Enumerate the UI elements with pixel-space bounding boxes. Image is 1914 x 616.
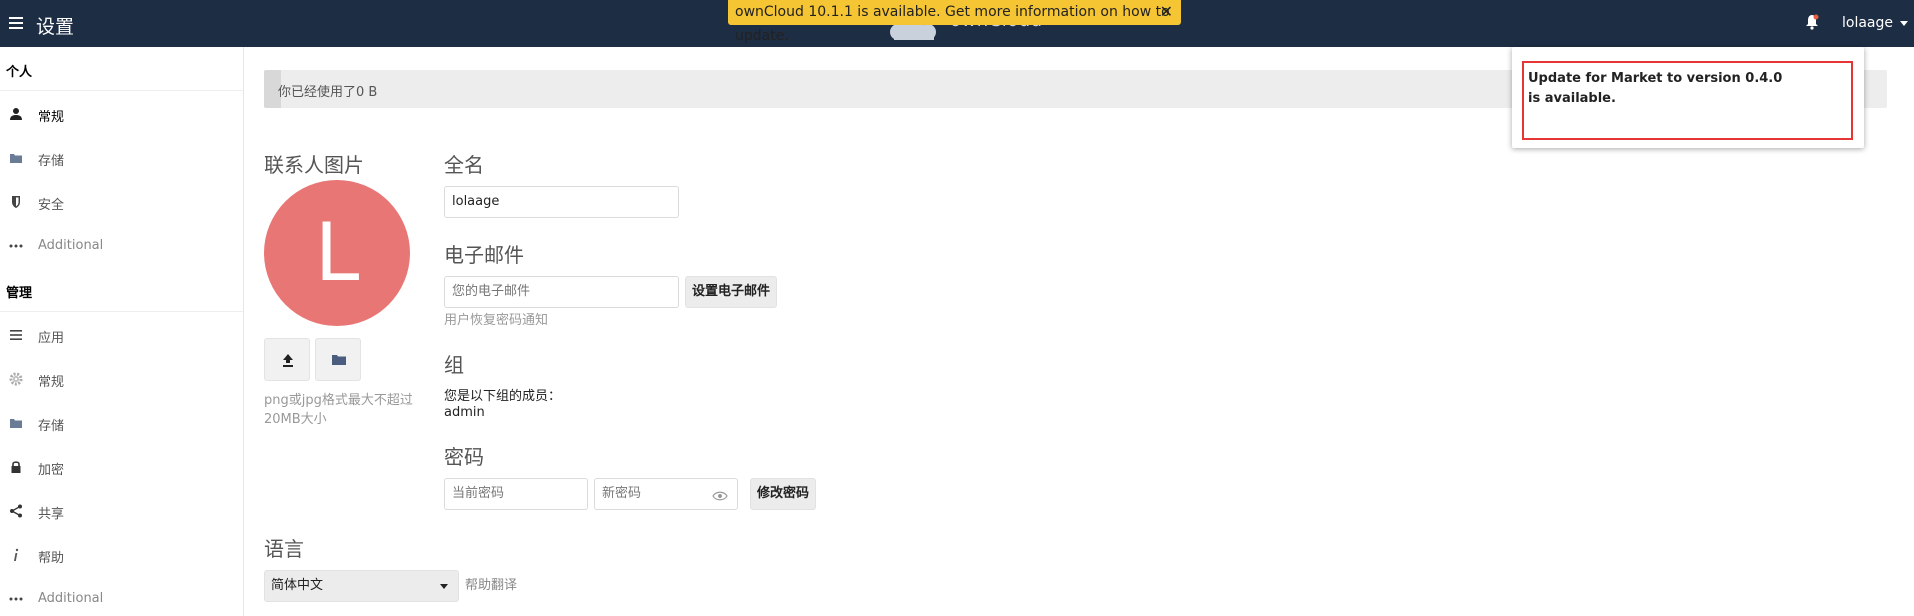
lock-icon [11, 461, 21, 473]
divider [0, 311, 243, 312]
user-icon [10, 108, 22, 120]
gear-icon [9, 372, 23, 386]
chevron-down-icon [1900, 20, 1909, 26]
sidebar-item-personal-security[interactable]: 安全 [0, 184, 243, 218]
password-title: 密码 [444, 445, 484, 469]
fullname-input[interactable]: lolaage [444, 186, 679, 218]
page-scrollbar[interactable] [1900, 47, 1914, 616]
sidebar-item-admin-general[interactable]: 常规 [0, 361, 243, 395]
folder-icon [10, 154, 22, 163]
sidebar-item-admin-apps[interactable]: 应用 [0, 317, 243, 351]
admin-section-title: 管理 [6, 286, 33, 301]
sidebar-item-admin-storage[interactable]: 存储 [0, 405, 243, 439]
divider [0, 90, 243, 91]
list-icon [10, 330, 22, 340]
groups-label: 您是以下组的成员： [444, 389, 562, 404]
shield-icon [12, 196, 20, 208]
language-title: 语言 [264, 537, 304, 561]
avatar-title: 联系人图片 [264, 153, 364, 177]
notification-popup: Update for Market to version 0.4.0 is av… [1512, 47, 1864, 148]
close-icon[interactable]: ✕ [1160, 0, 1173, 24]
update-banner[interactable]: ownCloud 10.1.1 is available. Get more i… [728, 0, 1181, 44]
sidebar-item-admin-additional[interactable]: Additional [0, 581, 243, 615]
sidebar-item-label: 存储 [38, 154, 65, 169]
notification-bell-icon[interactable] [1805, 14, 1819, 30]
notification-message: Update for Market to version 0.4.0 is av… [1528, 71, 1783, 106]
email-title: 电子邮件 [444, 243, 524, 267]
select-avatar-from-files-button[interactable] [315, 338, 361, 381]
more-icon [9, 597, 23, 601]
sidebar-item-label: 常规 [38, 375, 65, 390]
language-selected-value: 简体中文 [271, 578, 324, 593]
folder-icon [10, 419, 22, 428]
sidebar-item-admin-help[interactable]: 帮助 [0, 537, 243, 571]
sidebar-item-label: Additional [38, 591, 104, 606]
user-name: lolaage [1842, 15, 1894, 31]
app-title[interactable]: 设置 [36, 12, 74, 39]
eye-icon[interactable] [712, 491, 728, 501]
language-select[interactable]: 简体中文 [264, 570, 459, 602]
sidebar-item-personal-additional[interactable]: Additional [0, 228, 243, 262]
menu-icon[interactable] [9, 17, 23, 29]
sidebar-item-label: Additional [38, 238, 104, 253]
help-translate-link[interactable]: 帮助翻译 [465, 576, 517, 595]
change-password-button[interactable]: 修改密码 [750, 478, 817, 510]
more-icon [9, 244, 23, 248]
sidebar-item-label: 存储 [38, 419, 65, 434]
fullname-title: 全名 [444, 153, 484, 177]
groups-title: 组 [444, 353, 464, 377]
sidebar-item-label: 安全 [38, 198, 65, 213]
sidebar-item-personal-storage[interactable]: 存储 [0, 140, 243, 174]
sidebar-item-admin-encryption[interactable]: 加密 [0, 449, 243, 483]
notification-item[interactable]: Update for Market to version 0.4.0 is av… [1522, 61, 1853, 140]
settings-sidebar: 个人 常规 存储 安全 Additional 管理 应用 常规 存储 加密 共享… [0, 47, 244, 616]
email-hint: 用户恢复密码通知 [444, 313, 549, 328]
set-email-button[interactable]: 设置电子邮件 [685, 276, 778, 308]
avatar: L [264, 180, 410, 326]
current-password-field[interactable]: 当前密码 [444, 478, 588, 510]
share-icon [10, 504, 22, 518]
info-icon [14, 548, 19, 561]
groups-value: admin [444, 405, 485, 420]
quota-text: 你已经使用了0 B [278, 85, 378, 100]
personal-section-title: 个人 [6, 65, 33, 80]
avatar-hint: png或jpg格式最大不超过20MB大小 [264, 393, 413, 427]
sidebar-item-label: 帮助 [38, 551, 65, 566]
folder-icon [332, 355, 346, 365]
sidebar-item-admin-sharing[interactable]: 共享 [0, 493, 243, 527]
sidebar-item-personal-general[interactable]: 常规 [0, 96, 243, 130]
sidebar-item-label: 加密 [38, 463, 65, 478]
email-field[interactable]: 您的电子邮件 [444, 276, 679, 308]
upload-icon [283, 354, 293, 367]
user-menu[interactable]: lolaage [1842, 15, 1909, 31]
sidebar-item-label: 应用 [38, 331, 65, 346]
chevron-down-icon [440, 584, 448, 589]
upload-avatar-button[interactable] [264, 338, 310, 381]
sidebar-item-label: 共享 [38, 507, 65, 522]
sidebar-item-label: 常规 [38, 110, 65, 125]
